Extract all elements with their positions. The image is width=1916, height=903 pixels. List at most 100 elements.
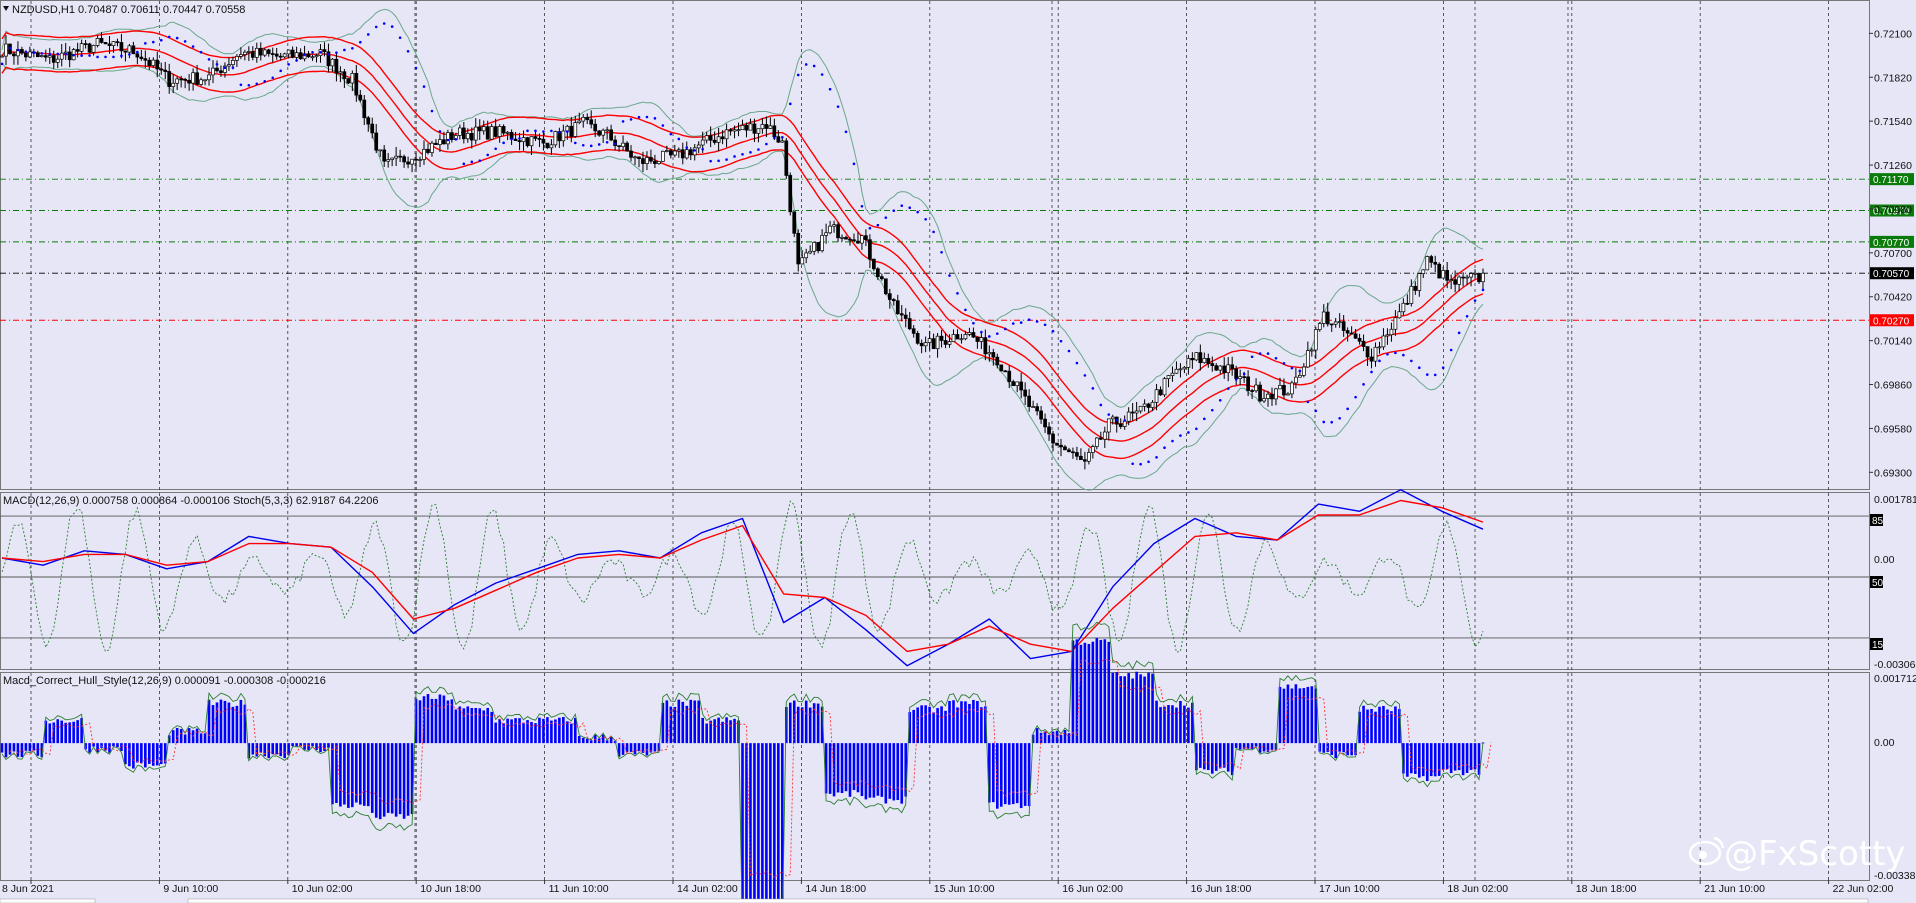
candle-body [1373, 346, 1378, 362]
candle-body [621, 142, 625, 147]
candle-body [1130, 411, 1135, 414]
sar-dot [916, 210, 919, 214]
hull-bar [486, 707, 490, 744]
hull-bar [860, 743, 864, 797]
candle-body [438, 139, 442, 145]
candle-body [704, 135, 709, 141]
hull-bar [1035, 728, 1039, 744]
hull-title: Macd_Correct_Hull_Style(12,26,9) 0.00009… [3, 675, 326, 687]
candle-body [51, 55, 56, 63]
candle-body [79, 43, 84, 52]
candle-body [1449, 279, 1454, 281]
hull-bar [498, 719, 501, 744]
hull-bar [1175, 707, 1178, 744]
candle-body [907, 318, 912, 330]
tab-strip[interactable] [0, 898, 96, 903]
candle-body [979, 337, 984, 342]
candle-body [75, 49, 80, 52]
sar-dot [796, 73, 800, 77]
time-label: 17 Jun 10:00 [1319, 883, 1380, 895]
sar-dot [390, 25, 394, 28]
candle-body [836, 224, 840, 239]
sar-dot [1330, 420, 1334, 424]
hull-bar [1306, 686, 1310, 744]
candle-body [1337, 321, 1342, 324]
hull-bar [1183, 705, 1186, 744]
candle-body [1015, 381, 1020, 387]
sar-dot [518, 137, 521, 140]
candle-body [1035, 406, 1039, 412]
sar-dot [621, 120, 625, 123]
hull-bar [88, 743, 91, 753]
candle-body [585, 116, 590, 121]
sar-dot [1481, 288, 1485, 292]
candle-body [1198, 352, 1203, 364]
sar-dot [486, 153, 490, 157]
hull-bar [370, 743, 374, 813]
candle-body [1469, 273, 1473, 278]
candle-body [1019, 381, 1024, 391]
hull-bar [605, 740, 609, 744]
candle-body [1385, 334, 1390, 337]
hull-bar [629, 743, 633, 752]
candle-body [903, 314, 908, 319]
candle-body [541, 138, 546, 144]
hull-bar [852, 743, 856, 791]
hull-bar [1418, 743, 1421, 778]
candle-body [406, 161, 410, 165]
hull-bar [307, 743, 310, 751]
candle-body [378, 149, 383, 152]
hull-bar [335, 743, 338, 804]
hull-bar [187, 728, 191, 744]
sar-dot [573, 141, 577, 145]
hull-bar [1310, 686, 1314, 744]
hull-bar [765, 743, 768, 903]
hull-bar [1039, 732, 1043, 744]
hull-bar [1067, 733, 1071, 744]
hull-bar [36, 743, 40, 756]
sar-dot [1386, 352, 1389, 356]
candle-body [159, 68, 164, 71]
sar-dot [80, 54, 83, 57]
candle-body [788, 175, 793, 213]
time-label: 8 Jun 2021 [2, 883, 54, 895]
sar-dot [319, 51, 322, 54]
macd-stoch-panel[interactable] [0, 492, 1870, 670]
hull-bar [231, 706, 235, 744]
main-panel[interactable] [0, 0, 1870, 490]
sar-dot [980, 330, 983, 334]
hull-bar [1350, 743, 1353, 756]
candle-body [1067, 449, 1071, 453]
sar-dot [972, 321, 975, 325]
sar-dot [526, 129, 529, 133]
hull-bar [446, 700, 450, 744]
sar-dot [1465, 314, 1469, 318]
hull-bar [1330, 743, 1334, 756]
hull-bar [1151, 673, 1154, 744]
candle-body [131, 45, 136, 55]
candle-body [477, 126, 482, 132]
hull-bar [932, 712, 935, 744]
candle-body [1397, 311, 1402, 319]
hull-panel[interactable] [0, 672, 1870, 881]
candle-body [864, 235, 868, 241]
hull-bar [1374, 711, 1377, 744]
candle-body [410, 158, 414, 165]
hull-bar [96, 743, 99, 753]
hull-bar [374, 743, 378, 818]
candle-body [147, 59, 152, 66]
candle-body [1349, 332, 1354, 335]
sar-dot [207, 58, 211, 61]
hull-bar [16, 743, 20, 757]
sar-dot [263, 80, 267, 83]
sar-dot [1250, 355, 1254, 359]
horizontal-scrollbar[interactable] [187, 898, 1869, 903]
sar-dot [327, 53, 330, 56]
sar-dot [566, 130, 569, 133]
sar-dot [8, 46, 12, 50]
candle-body [330, 58, 335, 67]
candle-body [700, 139, 705, 146]
hull-bar [283, 743, 286, 759]
candle-body [485, 126, 490, 140]
hull-bar [669, 706, 673, 744]
